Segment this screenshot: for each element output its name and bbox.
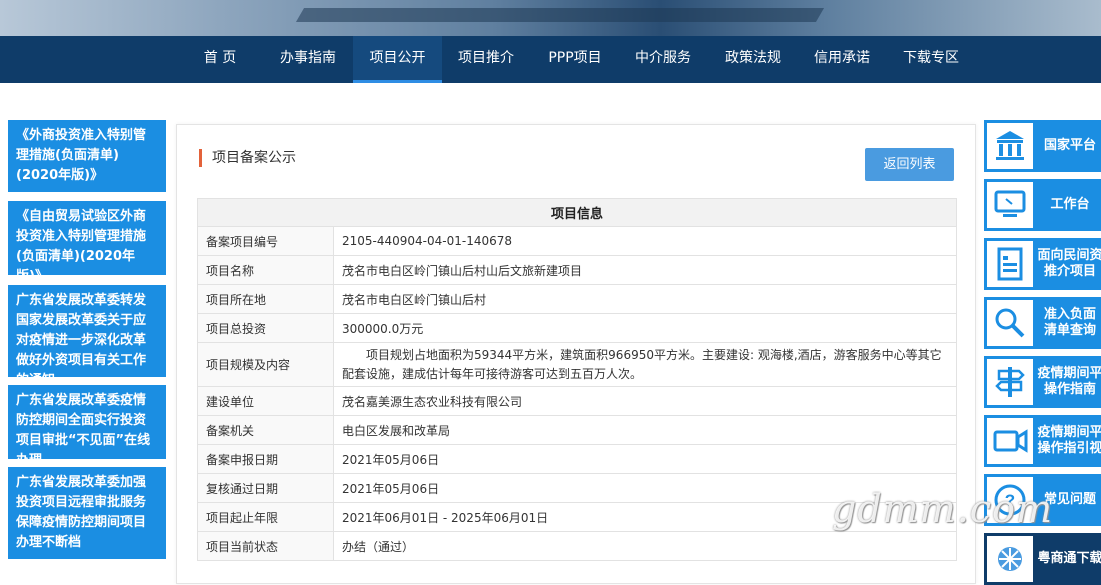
right-link-national-platform[interactable]: 国家平台 xyxy=(984,120,1101,172)
right-link-epidemic-guide[interactable]: 疫情期间平 操作指南 xyxy=(984,356,1101,408)
right-link-workbench[interactable]: 工作台 xyxy=(984,179,1101,231)
right-link-label: 粤商通下载 xyxy=(1037,551,1101,566)
nav-item-agency[interactable]: 中介服务 xyxy=(626,36,700,83)
table-row: 备案申报日期 2021年05月06日 xyxy=(197,444,957,474)
row-value: 茂名嘉美源生态农业科技有限公司 xyxy=(333,386,957,416)
row-label: 备案申报日期 xyxy=(197,444,334,474)
table-row: 备案机关 电白区发展和改革局 xyxy=(197,415,957,445)
table-header: 项目信息 xyxy=(197,198,957,227)
right-link-label: 国家平台 xyxy=(1043,138,1096,153)
banner-bridge-graphic xyxy=(295,8,825,22)
row-value: 电白区发展和改革局 xyxy=(333,415,957,445)
nav-item-project-promotion[interactable]: 项目推介 xyxy=(450,36,522,83)
left-link-remote-approval[interactable]: 广东省发展改革委加强投资项目远程审批服务保障疫情防控期间项目办理不断档 xyxy=(8,467,166,559)
row-label: 建设单位 xyxy=(197,386,334,416)
right-link-label: 面向民间资 推介项目 xyxy=(1037,248,1101,279)
row-value: 茂名市电白区岭门镇山后村 xyxy=(333,284,957,314)
table-row: 项目总投资 300000.0万元 xyxy=(197,313,957,343)
left-link-online-approval[interactable]: 广东省发展改革委疫情防控期间全面实行投资项目审批“不见面”在线办理 xyxy=(8,385,166,468)
right-link-epidemic-video[interactable]: 疫情期间平 操作指引视 xyxy=(984,415,1101,467)
row-label: 项目名称 xyxy=(197,255,334,285)
row-label: 项目所在地 xyxy=(197,284,334,314)
row-value: 2021年05月06日 xyxy=(333,444,957,474)
signpost-icon xyxy=(987,359,1033,405)
left-link-ftz-negative-list[interactable]: 《自由贸易试验区外商投资准入特别管理措施(负面清单)(2020年版)》 xyxy=(8,201,166,284)
nav-item-download[interactable]: 下载专区 xyxy=(894,36,968,83)
nav-item-credit[interactable]: 信用承诺 xyxy=(805,36,879,83)
row-value: 项目规划占地面积为59344平方米，建筑面积966950平方米。主要建设: 观海… xyxy=(333,342,957,387)
right-link-label: 疫情期间平 操作指引视 xyxy=(1037,425,1101,456)
row-value: 2105-440904-04-01-140678 xyxy=(333,226,957,256)
row-label: 备案项目编号 xyxy=(197,226,334,256)
table-row: 项目名称 茂名市电白区岭门镇山后村山后文旅新建项目 xyxy=(197,255,957,285)
table-row: 项目所在地 茂名市电白区岭门镇山后村 xyxy=(197,284,957,314)
video-camera-icon xyxy=(987,418,1033,464)
app-logo-icon xyxy=(987,536,1033,582)
search-icon xyxy=(987,300,1033,346)
row-label: 复核通过日期 xyxy=(197,473,334,503)
right-link-private-investment[interactable]: 面向民间资 推介项目 xyxy=(984,238,1101,290)
table-row: 建设单位 茂名嘉美源生态农业科技有限公司 xyxy=(197,386,957,416)
panel-title: 项目备案公示 xyxy=(199,149,296,167)
row-label: 备案机关 xyxy=(197,415,334,445)
row-label: 项目起止年限 xyxy=(197,502,334,532)
row-label: 项目规模及内容 xyxy=(197,342,334,387)
nav-item-policy[interactable]: 政策法规 xyxy=(716,36,790,83)
row-value: 300000.0万元 xyxy=(333,313,957,343)
nav-item-ppp[interactable]: PPP项目 xyxy=(540,36,610,83)
left-link-epidemic-reform-notice[interactable]: 广东省发展改革委转发国家发展改革委关于应对疫情进一步深化改革做好外资项目有关工作… xyxy=(8,285,166,388)
right-link-label: 疫情期间平 操作指南 xyxy=(1037,366,1101,397)
nav-item-guide[interactable]: 办事指南 xyxy=(270,36,346,83)
main-nav: 首 页 办事指南 项目公开 项目推介 PPP项目 中介服务 政策法规 信用承诺 … xyxy=(0,36,1101,83)
header-banner: 首 页 办事指南 项目公开 项目推介 PPP项目 中介服务 政策法规 信用承诺 … xyxy=(0,0,1101,83)
right-link-label: 工作台 xyxy=(1050,197,1090,212)
right-link-label: 准入负面 清单查询 xyxy=(1043,307,1096,338)
back-to-list-button[interactable]: 返回列表 xyxy=(865,148,954,181)
right-link-yueshangtong[interactable]: 粤商通下载 xyxy=(984,533,1101,585)
table-row: 项目当前状态 办结（通过） xyxy=(197,531,957,561)
row-label: 项目总投资 xyxy=(197,313,334,343)
nav-item-project-public[interactable]: 项目公开 xyxy=(353,36,442,83)
document-list-icon xyxy=(987,241,1033,287)
right-link-negative-list-query[interactable]: 准入负面 清单查询 xyxy=(984,297,1101,349)
table-row: 备案项目编号 2105-440904-04-01-140678 xyxy=(197,226,957,256)
monitor-icon xyxy=(987,182,1033,228)
row-label: 项目当前状态 xyxy=(197,531,334,561)
site-watermark: gdmm.com xyxy=(832,487,1053,531)
table-row: 项目规模及内容 项目规划占地面积为59344平方米，建筑面积966950平方米。主… xyxy=(197,342,957,387)
row-value: 办结（通过） xyxy=(333,531,957,561)
nav-item-home[interactable]: 首 页 xyxy=(190,36,250,83)
left-link-negative-list-2020[interactable]: 《外商投资准入特别管理措施(负面清单)(2020年版)》 xyxy=(8,120,166,192)
row-value: 茂名市电白区岭门镇山后村山后文旅新建项目 xyxy=(333,255,957,285)
institution-icon xyxy=(987,123,1033,169)
